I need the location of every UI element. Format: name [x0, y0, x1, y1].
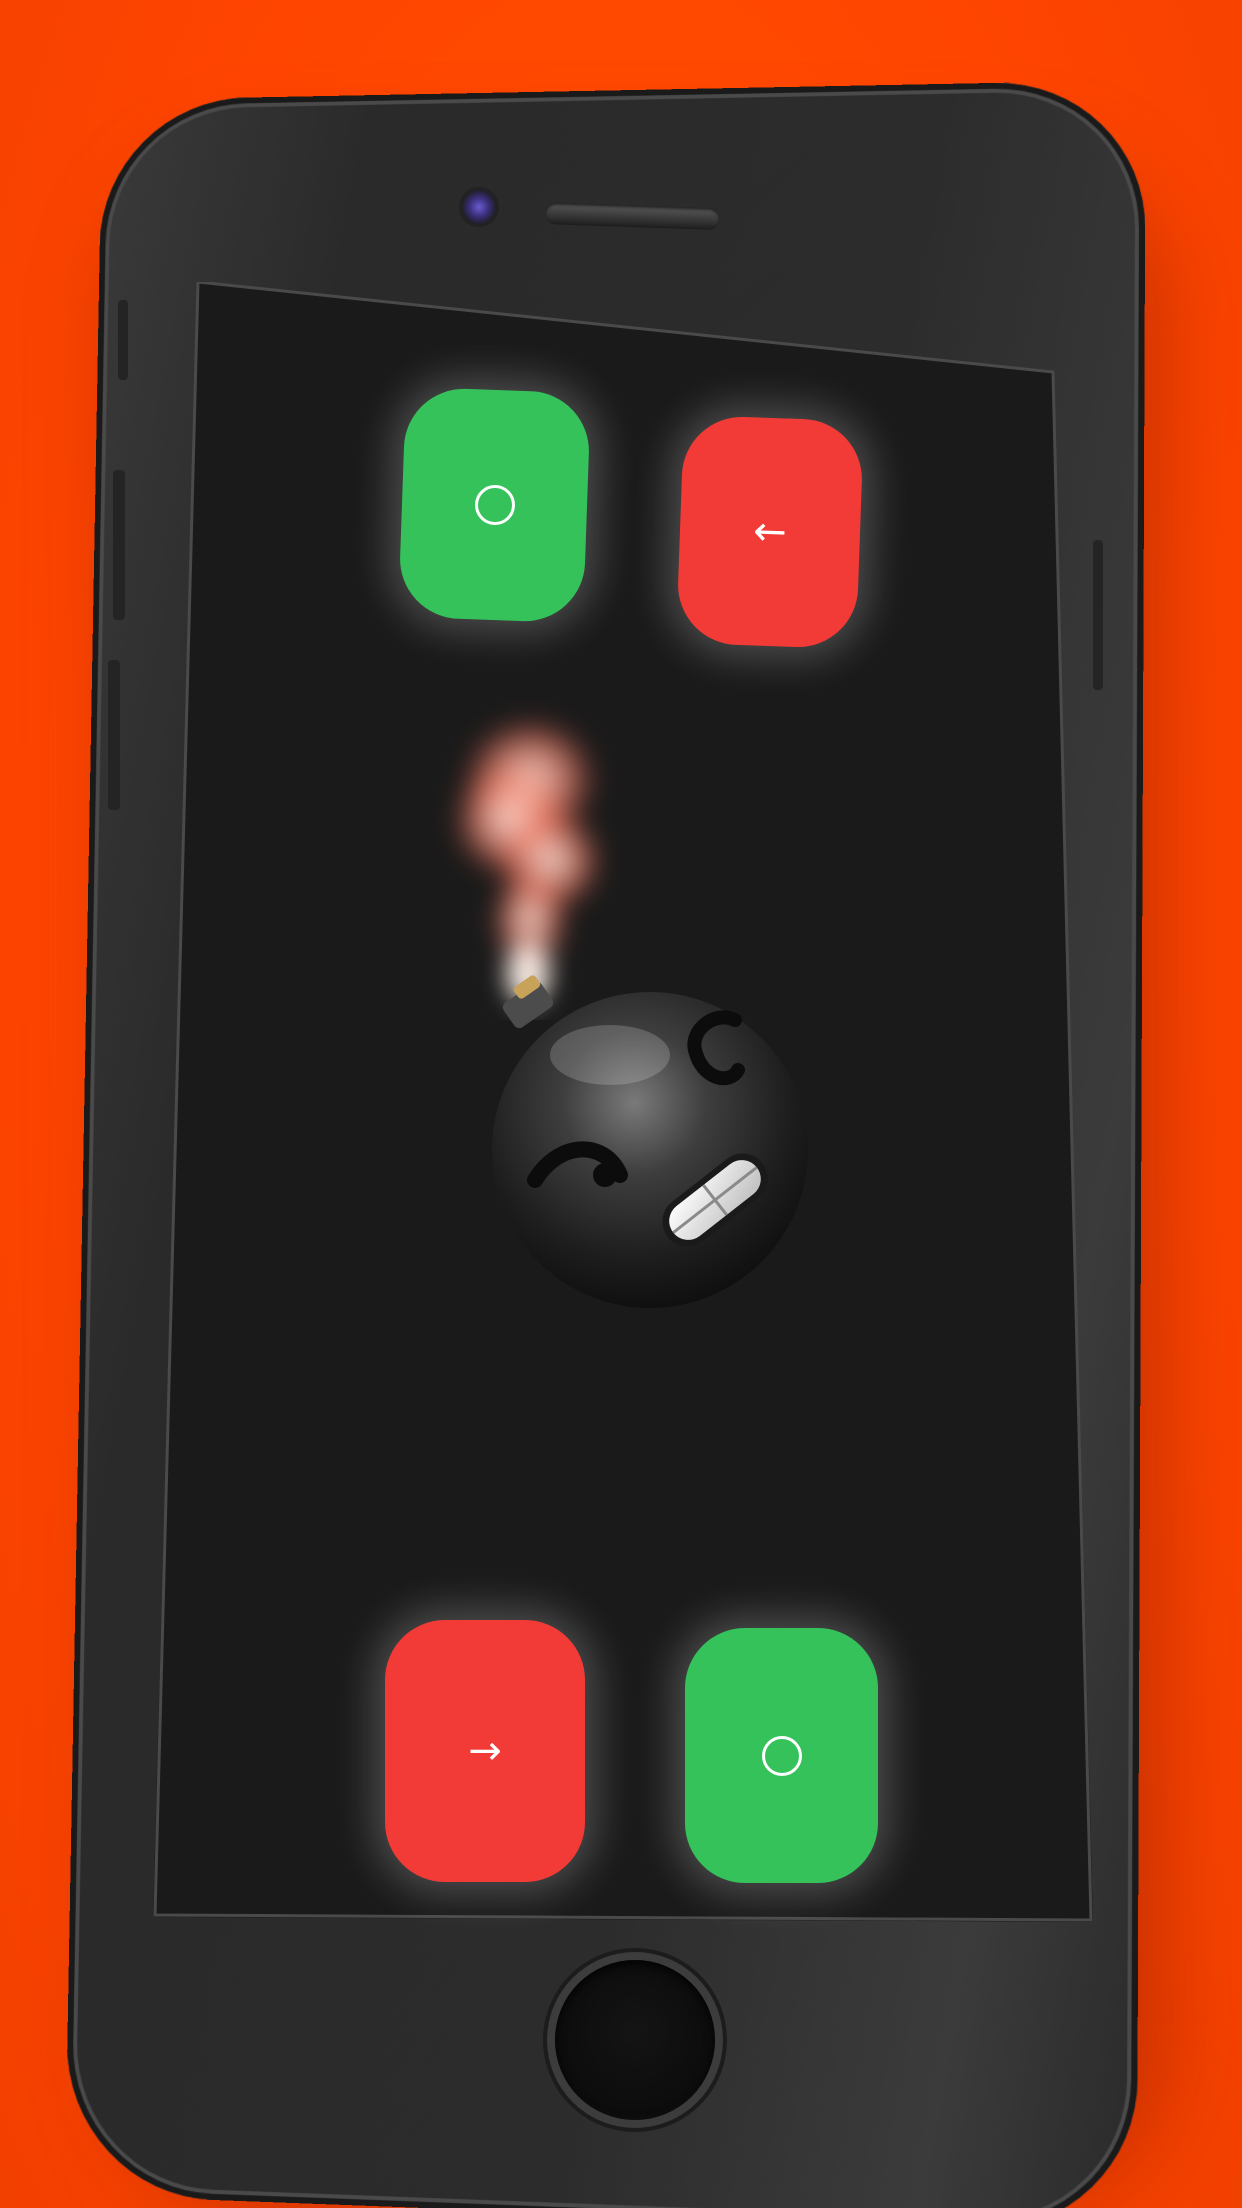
- top-right-red-tile[interactable]: ←: [676, 414, 864, 650]
- volume-down-button: [108, 660, 120, 810]
- home-button[interactable]: [555, 1960, 715, 2120]
- volume-up-button: [113, 470, 125, 620]
- stage: ← →: [0, 0, 1242, 2208]
- circle-icon: [761, 1735, 802, 1776]
- arrow-left-icon: ←: [752, 508, 788, 556]
- bottom-right-green-tile[interactable]: [685, 1628, 878, 1883]
- arrow-right-icon: →: [468, 1728, 502, 1774]
- power-button: [1093, 540, 1103, 690]
- bottom-left-red-tile[interactable]: →: [385, 1620, 585, 1882]
- silent-switch: [118, 300, 128, 380]
- bomb-icon: [492, 975, 808, 1308]
- front-camera-icon: [462, 190, 496, 224]
- top-left-green-tile[interactable]: [398, 386, 591, 624]
- circle-icon: [473, 484, 516, 526]
